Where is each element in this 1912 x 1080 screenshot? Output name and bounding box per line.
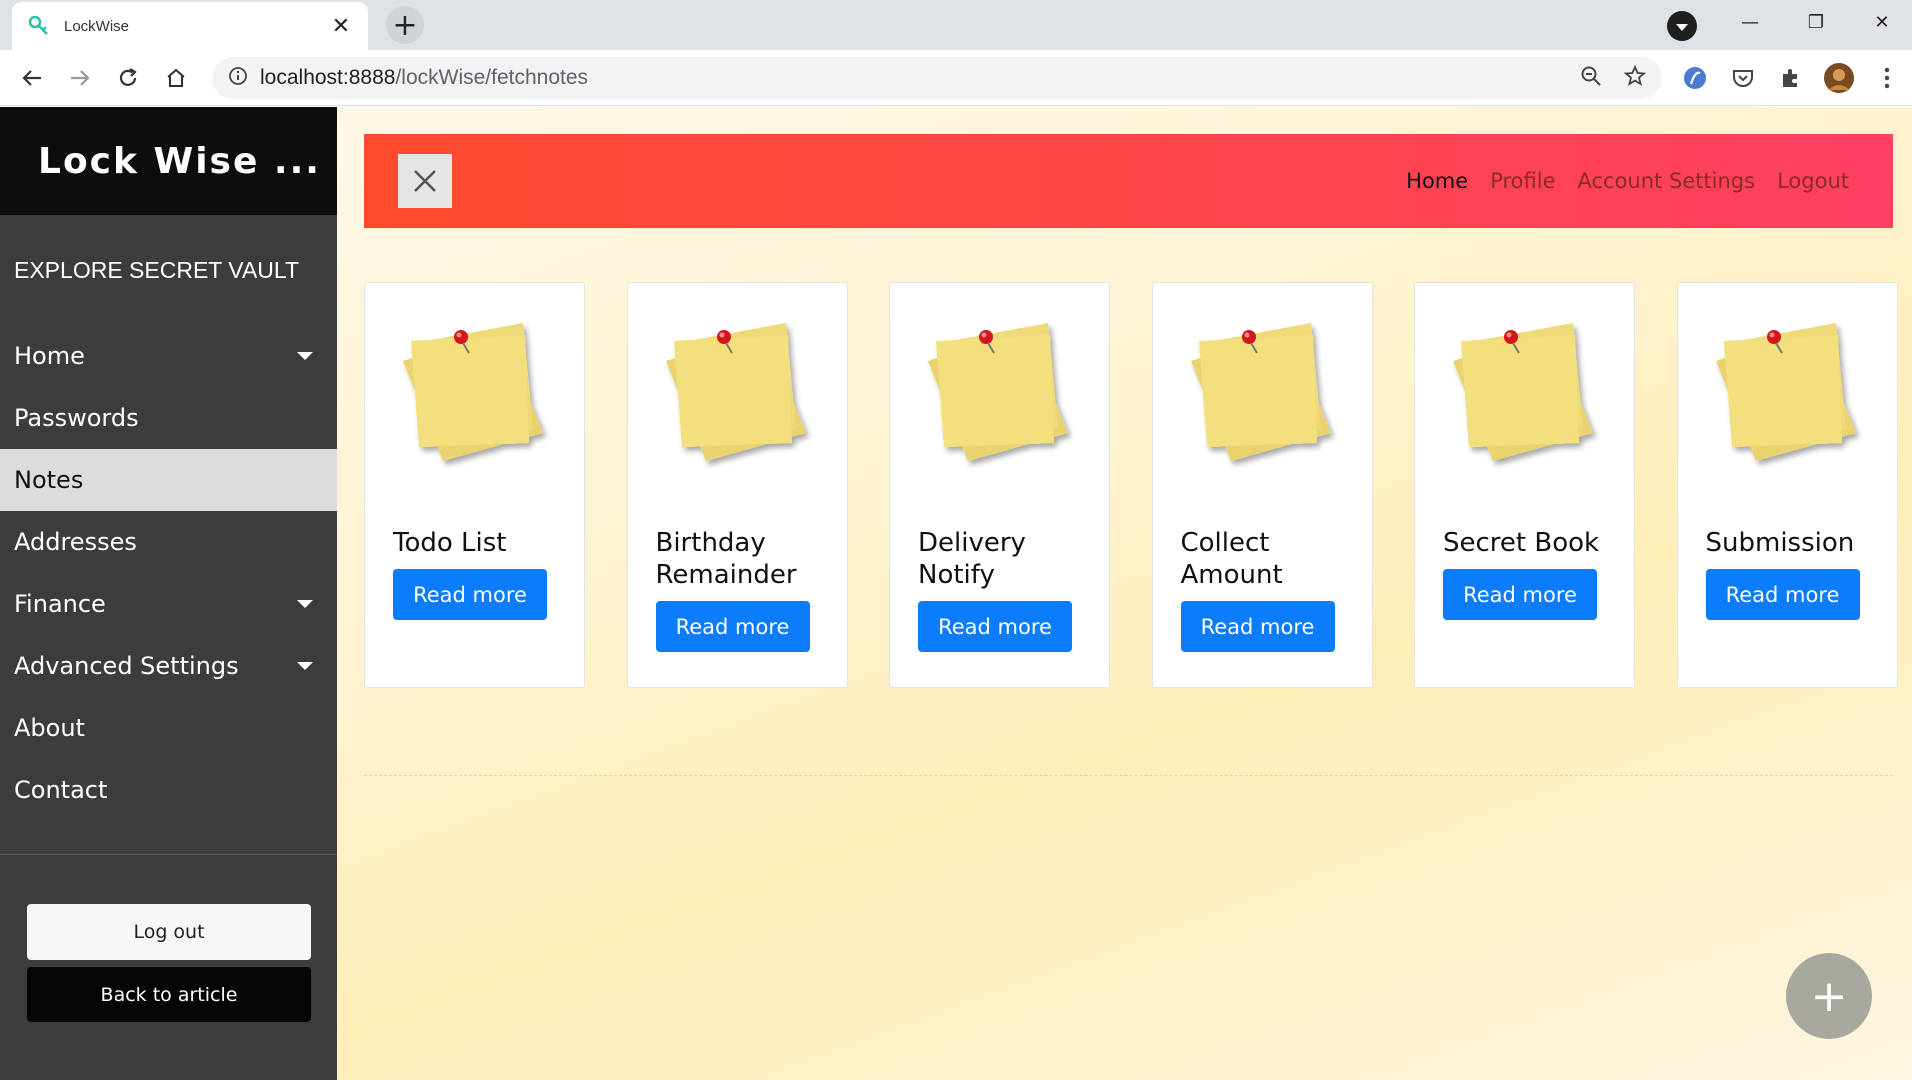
browser-menu-icon[interactable] bbox=[1871, 62, 1903, 94]
browser-tab-strip: LockWise ✕ + — ❐ ✕ bbox=[0, 0, 1912, 50]
sidebar-item-label: Notes bbox=[14, 466, 84, 494]
pocket-icon[interactable] bbox=[1727, 62, 1759, 94]
read-more-button[interactable]: Read more bbox=[918, 601, 1072, 652]
close-window-button[interactable]: ✕ bbox=[1854, 0, 1910, 44]
note-title: Delivery Notify bbox=[918, 528, 1026, 590]
note-title: Submission bbox=[1705, 528, 1855, 558]
sidebar-item-label: About bbox=[14, 714, 85, 742]
extension-icon[interactable] bbox=[1679, 62, 1711, 94]
main-content: Home Profile Account Settings Logout Todo L… bbox=[337, 107, 1912, 1080]
sidebar-item-advanced-settings[interactable]: Advanced Settings bbox=[0, 635, 337, 697]
sticky-note-icon bbox=[1433, 301, 1613, 476]
nav-link-logout[interactable]: Logout bbox=[1777, 169, 1849, 193]
avatar[interactable] bbox=[1823, 62, 1855, 94]
sidebar-nav: Home Passwords Notes Addresses Finance Advanc… bbox=[0, 325, 337, 821]
sticky-note-icon bbox=[908, 301, 1088, 476]
note-title: Birthday Remainder bbox=[655, 528, 797, 590]
note-card: Delivery Notify Read more bbox=[889, 282, 1110, 688]
url-text[interactable]: localhost:8888/lockWise/fetchnotes bbox=[260, 66, 1580, 90]
sidebar-item-about[interactable]: About bbox=[0, 697, 337, 759]
browser-profile-dropdown-icon[interactable] bbox=[1667, 11, 1697, 41]
sidebar-item-finance[interactable]: Finance bbox=[0, 573, 337, 635]
read-more-button[interactable]: Read more bbox=[393, 569, 547, 620]
caret-down-icon bbox=[297, 352, 313, 360]
note-title: Collect Amount bbox=[1180, 528, 1283, 590]
tab-close-icon[interactable]: ✕ bbox=[328, 14, 354, 39]
sidebar-item-addresses[interactable]: Addresses bbox=[0, 511, 337, 573]
url-host: localhost:8888 bbox=[260, 66, 396, 89]
sidebar-item-contact[interactable]: Contact bbox=[0, 759, 337, 821]
caret-down-icon bbox=[297, 600, 313, 608]
sticky-note-icon bbox=[1696, 301, 1876, 476]
browser-toolbar: localhost:8888/lockWise/fetchnotes bbox=[0, 50, 1912, 106]
read-more-button[interactable]: Read more bbox=[1443, 569, 1597, 620]
back-to-article-button[interactable]: Back to article bbox=[27, 967, 311, 1022]
close-sidebar-button[interactable] bbox=[398, 154, 452, 208]
sidebar-item-home[interactable]: Home bbox=[0, 325, 337, 387]
brand-logo-text: Lock Wise ... bbox=[38, 140, 321, 182]
tab-title: LockWise bbox=[64, 17, 130, 35]
close-icon bbox=[414, 170, 436, 192]
sticky-note-icon bbox=[383, 301, 563, 476]
sidebar-item-label: Contact bbox=[14, 776, 108, 804]
reload-icon[interactable] bbox=[110, 60, 146, 96]
read-more-button[interactable]: Read more bbox=[655, 601, 810, 652]
restore-button[interactable]: ❐ bbox=[1788, 0, 1844, 44]
sidebar-item-notes[interactable]: Notes bbox=[0, 449, 337, 511]
divider bbox=[364, 775, 1893, 776]
forward-arrow-icon[interactable] bbox=[62, 60, 98, 96]
note-card: Todo List Read more bbox=[364, 282, 585, 688]
sidebar-item-label: Passwords bbox=[14, 404, 139, 432]
top-nav-links: Home Profile Account Settings Logout bbox=[1406, 134, 1849, 228]
notes-grid: Todo List Read more Birthday Remainder Rea… bbox=[364, 282, 1898, 688]
page: Lock Wise ... EXPLORE SECRET VAULT Home P… bbox=[0, 107, 1912, 1080]
note-card: Birthday Remainder Read more bbox=[626, 282, 848, 688]
browser-tab[interactable]: LockWise ✕ bbox=[12, 2, 368, 50]
puzzle-extensions-icon[interactable] bbox=[1775, 62, 1807, 94]
sticky-note-icon bbox=[1171, 301, 1351, 476]
note-title: Todo List bbox=[393, 528, 507, 558]
logout-button[interactable]: Log out bbox=[27, 904, 311, 960]
add-note-button[interactable]: + bbox=[1786, 953, 1872, 1039]
home-icon[interactable] bbox=[158, 60, 194, 96]
url-path: /lockWise/fetchnotes bbox=[395, 66, 589, 89]
note-card: Secret Book Read more bbox=[1414, 282, 1635, 688]
address-bar[interactable]: localhost:8888/lockWise/fetchnotes bbox=[212, 57, 1662, 99]
sidebar-item-label: Addresses bbox=[14, 528, 137, 556]
nav-link-account-settings[interactable]: Account Settings bbox=[1577, 169, 1755, 193]
brand-header: Lock Wise ... bbox=[0, 107, 337, 215]
note-title: Secret Book bbox=[1443, 528, 1600, 558]
sidebar-divider bbox=[0, 854, 337, 855]
nav-link-home[interactable]: Home bbox=[1406, 169, 1468, 193]
caret-down-icon bbox=[297, 662, 313, 670]
sidebar-item-label: Finance bbox=[14, 590, 106, 618]
sticky-note-icon bbox=[646, 301, 826, 476]
site-info-icon[interactable] bbox=[228, 66, 248, 90]
zoom-icon[interactable] bbox=[1580, 65, 1602, 91]
sidebar-item-label: Home bbox=[14, 342, 85, 370]
minimize-button[interactable]: — bbox=[1722, 0, 1778, 44]
top-navbar: Home Profile Account Settings Logout bbox=[364, 134, 1893, 228]
note-card: Collect Amount Read more bbox=[1151, 282, 1373, 688]
sidebar-section-title: EXPLORE SECRET VAULT bbox=[14, 256, 300, 283]
read-more-button[interactable]: Read more bbox=[1180, 601, 1335, 652]
sidebar: Lock Wise ... EXPLORE SECRET VAULT Home P… bbox=[0, 107, 337, 1080]
sidebar-item-label: Advanced Settings bbox=[14, 652, 239, 680]
new-tab-button[interactable]: + bbox=[386, 6, 424, 44]
sidebar-item-passwords[interactable]: Passwords bbox=[0, 387, 337, 449]
key-icon bbox=[26, 13, 52, 39]
bookmark-star-icon[interactable] bbox=[1623, 64, 1647, 91]
read-more-button[interactable]: Read more bbox=[1705, 569, 1860, 620]
nav-link-profile[interactable]: Profile bbox=[1490, 169, 1555, 193]
back-arrow-icon[interactable] bbox=[14, 60, 50, 96]
note-card: Submission Read more bbox=[1676, 282, 1898, 688]
